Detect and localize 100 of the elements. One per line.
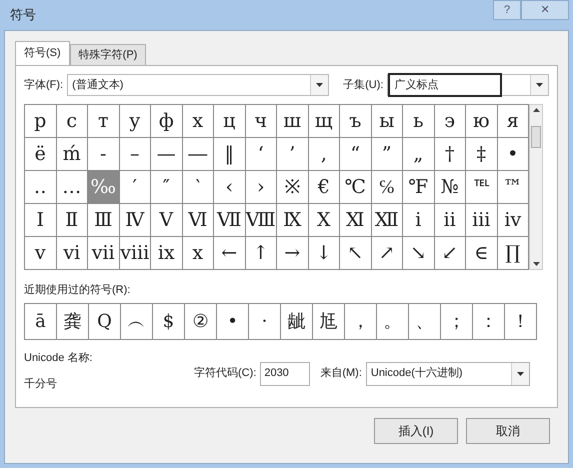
symbol-cell[interactable]: №	[434, 171, 466, 204]
symbol-cell[interactable]: ч	[246, 105, 277, 138]
symbol-cell[interactable]: ‘	[246, 138, 277, 171]
symbol-cell[interactable]: ℡	[466, 171, 498, 204]
symbol-cell[interactable]: ⅶ	[88, 237, 120, 270]
symbol-cell[interactable]: ⅱ	[434, 204, 466, 237]
symbol-cell[interactable]: ∈	[466, 237, 498, 270]
symbol-cell[interactable]: →	[277, 237, 308, 270]
symbol-cell[interactable]: ℃	[340, 171, 372, 204]
symbol-cell[interactable]: Ⅶ	[214, 204, 246, 237]
symbol-cell[interactable]: с	[56, 105, 88, 138]
recent-symbol-cell[interactable]: ā	[25, 304, 57, 340]
recent-symbol-cell[interactable]: ·	[249, 304, 281, 340]
symbol-cell[interactable]: ‚	[308, 138, 340, 171]
symbol-cell[interactable]: ц	[214, 105, 246, 138]
scrollbar[interactable]	[529, 104, 543, 270]
symbol-cell[interactable]: —	[151, 138, 182, 171]
symbol-cell[interactable]: „	[403, 138, 434, 171]
symbol-cell[interactable]: т	[88, 105, 120, 138]
symbol-cell[interactable]: ↖	[340, 237, 372, 270]
symbol-cell[interactable]: “	[340, 138, 372, 171]
symbol-cell[interactable]: ‐	[88, 138, 120, 171]
symbol-cell[interactable]: ″	[151, 171, 182, 204]
symbol-cell[interactable]: ™	[498, 171, 529, 204]
font-dropdown[interactable]: (普通文本)	[67, 74, 330, 96]
symbol-cell[interactable]: ш	[277, 105, 308, 138]
symbol-cell[interactable]: ⅲ	[466, 204, 498, 237]
symbol-cell[interactable]: ∏	[498, 237, 529, 270]
recent-symbol-cell[interactable]: $	[153, 304, 185, 340]
symbol-cell[interactable]: ↙	[434, 237, 466, 270]
symbol-cell[interactable]: ⅷ	[120, 237, 151, 270]
dialog-button[interactable]: 取消	[466, 418, 550, 444]
down-arrow-icon[interactable]	[532, 262, 540, 266]
dialog-button[interactable]: 插入(I)	[374, 418, 458, 444]
recent-symbol-cell[interactable]: ，	[345, 304, 377, 340]
symbol-cell[interactable]: ы	[372, 105, 403, 138]
symbol-cell[interactable]: ↘	[403, 237, 434, 270]
symbol-cell[interactable]: Ⅴ	[151, 204, 182, 237]
recent-symbol-cell[interactable]: ；	[441, 304, 473, 340]
recent-symbol-cell[interactable]: Q	[89, 304, 121, 340]
recent-symbol-cell[interactable]: 、	[409, 304, 441, 340]
symbol-cell[interactable]: ↓	[308, 237, 340, 270]
symbol-cell[interactable]: ←	[214, 237, 246, 270]
scrollbar-thumb[interactable]	[531, 126, 541, 148]
symbol-cell[interactable]: ↑	[246, 237, 277, 270]
symbol-cell[interactable]: ‵	[182, 171, 214, 204]
symbol-cell[interactable]: ⅳ	[498, 204, 529, 237]
recent-symbol-cell[interactable]: 。	[377, 304, 409, 340]
symbol-cell[interactable]: Ⅰ	[25, 204, 56, 237]
symbol-cell[interactable]: Ⅵ	[182, 204, 214, 237]
symbol-cell[interactable]: ‥	[25, 171, 56, 204]
dropdown-button[interactable]	[510, 362, 529, 384]
symbol-cell[interactable]: •	[498, 138, 529, 171]
symbol-cell[interactable]: †	[434, 138, 466, 171]
help-button[interactable]: ?	[493, 0, 521, 20]
symbol-cell[interactable]: ф	[151, 105, 182, 138]
dropdown-button[interactable]	[530, 75, 548, 95]
symbol-cell[interactable]: €	[308, 171, 340, 204]
recent-symbol-cell[interactable]: ：	[473, 304, 505, 340]
recent-symbol-cell[interactable]: ！	[505, 304, 537, 340]
symbol-cell[interactable]: Ⅲ	[88, 204, 120, 237]
recent-symbol-cell[interactable]: 尪	[313, 304, 345, 340]
symbol-cell[interactable]: ъ	[340, 105, 372, 138]
symbol-cell[interactable]: ‖	[214, 138, 246, 171]
symbol-cell[interactable]: у	[120, 105, 151, 138]
recent-symbol-cell[interactable]: 龇	[281, 304, 313, 340]
symbol-cell[interactable]: ′	[120, 171, 151, 204]
symbol-cell[interactable]: ↗	[372, 237, 403, 270]
symbol-cell[interactable]: ⅵ	[56, 237, 88, 270]
symbol-cell[interactable]: ›	[246, 171, 277, 204]
symbol-cell[interactable]: Ⅱ	[56, 204, 88, 237]
symbol-cell[interactable]: Ⅷ	[246, 204, 277, 237]
from-dropdown[interactable]: Unicode(十六进制)	[366, 362, 530, 386]
symbol-cell[interactable]: ※	[277, 171, 308, 204]
symbol-cell[interactable]: ё	[25, 138, 56, 171]
symbol-cell[interactable]: ⅰ	[403, 204, 434, 237]
symbol-cell[interactable]: ḿ	[56, 138, 88, 171]
symbol-cell[interactable]: ю	[466, 105, 498, 138]
symbol-cell[interactable]: –	[120, 138, 151, 171]
symbol-cell[interactable]: р	[25, 105, 56, 138]
close-button[interactable]: ✕	[521, 0, 569, 20]
recent-symbol-cell[interactable]: ︵	[121, 304, 153, 340]
symbol-cell[interactable]: э	[434, 105, 466, 138]
dropdown-button[interactable]	[310, 75, 328, 95]
recent-symbol-cell[interactable]: ②	[185, 304, 217, 340]
symbol-cell[interactable]: ―	[182, 138, 214, 171]
recent-symbol-cell[interactable]: 龚	[57, 304, 89, 340]
up-arrow-icon[interactable]	[532, 108, 540, 112]
tab[interactable]: 符号(S)	[15, 41, 70, 65]
symbol-cell[interactable]: ℉	[403, 171, 434, 204]
symbol-cell[interactable]: Ⅺ	[340, 204, 372, 237]
symbol-cell[interactable]: ‡	[466, 138, 498, 171]
symbol-cell[interactable]: щ	[308, 105, 340, 138]
symbol-cell[interactable]: х	[182, 105, 214, 138]
symbol-cell[interactable]: Ⅸ	[277, 204, 308, 237]
symbol-cell[interactable]: ”	[372, 138, 403, 171]
tab[interactable]: 特殊字符(P)	[70, 44, 146, 65]
symbol-cell[interactable]: ⅹ	[182, 237, 214, 270]
symbol-cell[interactable]: Ⅻ	[372, 204, 403, 237]
symbol-cell[interactable]: ’	[277, 138, 308, 171]
